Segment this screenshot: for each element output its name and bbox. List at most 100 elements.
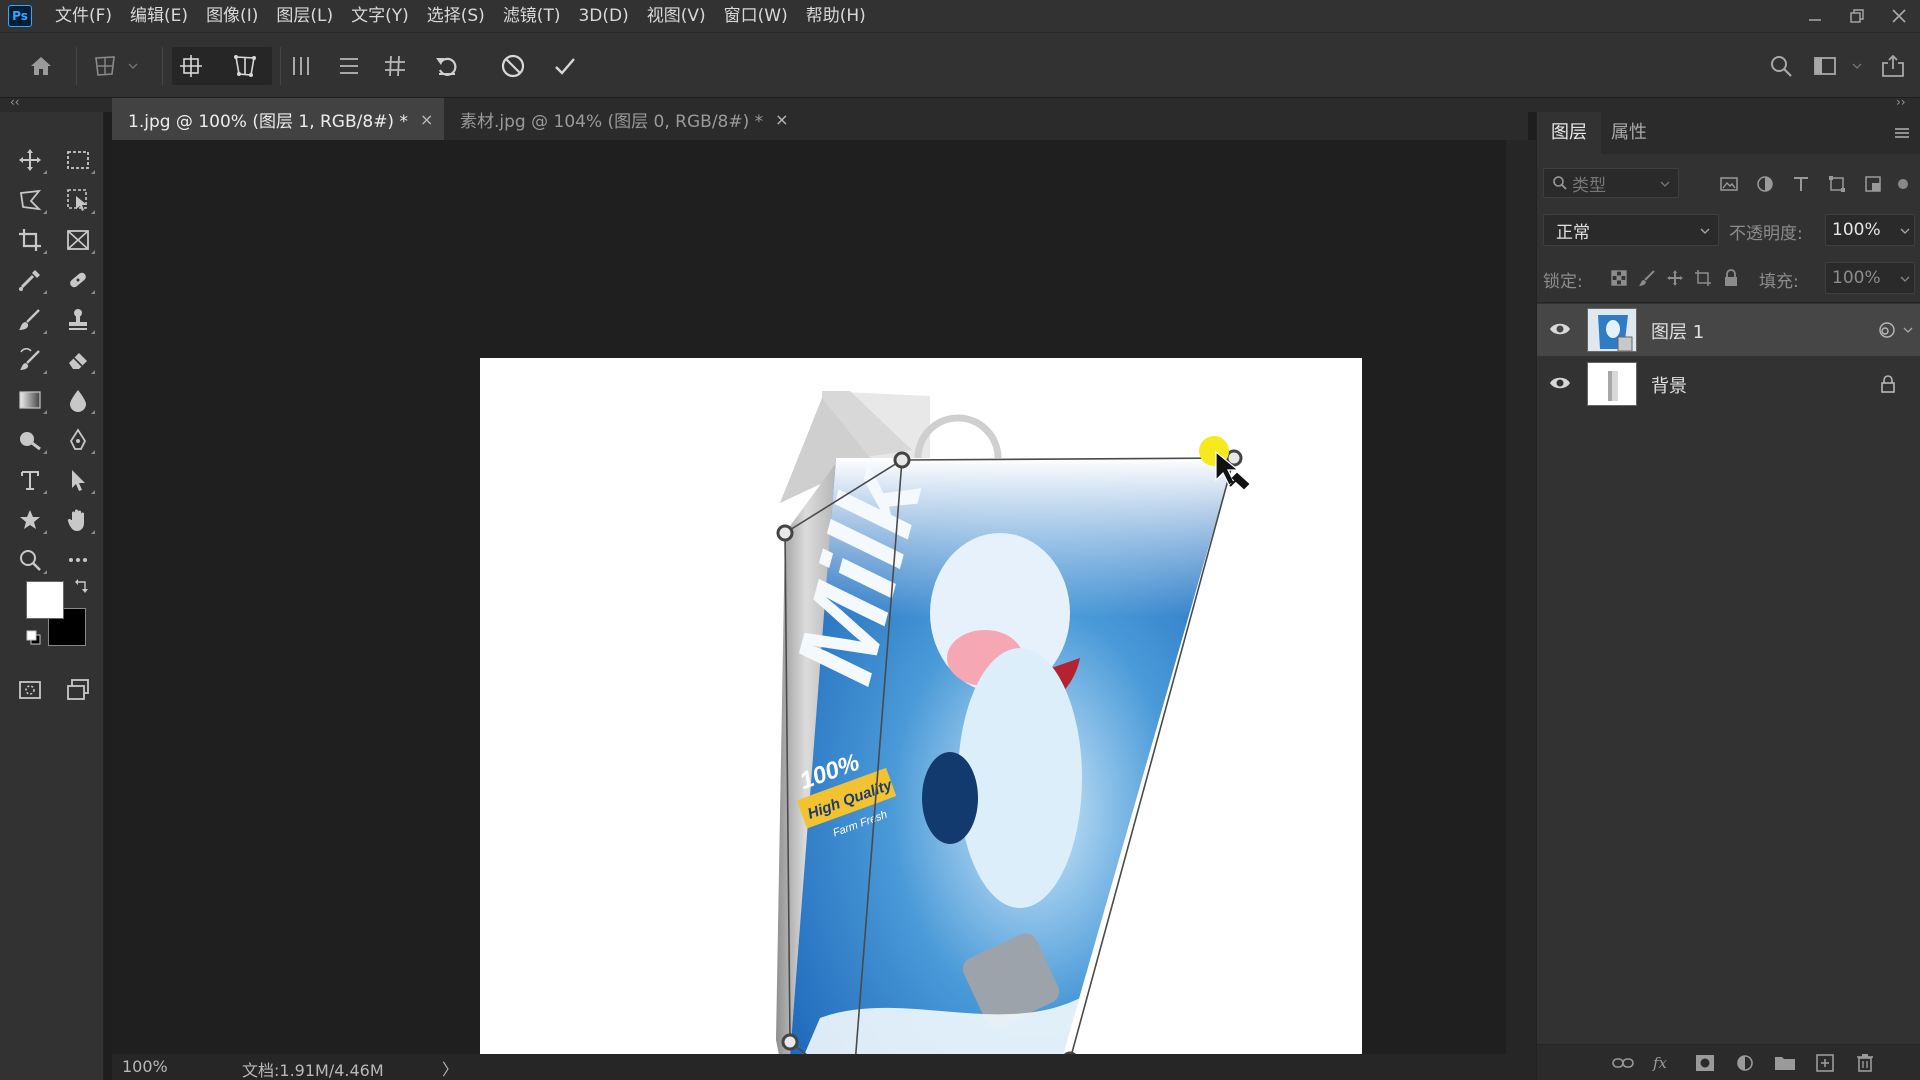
move-tool[interactable] <box>10 142 50 178</box>
clone-stamp-tool[interactable] <box>58 302 98 338</box>
warp-handle[interactable] <box>893 451 911 469</box>
frame-tool[interactable] <box>58 222 98 258</box>
menu-window[interactable]: 窗口(W) <box>715 0 797 32</box>
close-window-button[interactable] <box>1878 0 1920 32</box>
lock-all-button[interactable] <box>1719 266 1743 290</box>
status-menu-button[interactable]: 〉 <box>442 1056 458 1080</box>
tab-properties[interactable]: 属性 <box>1597 112 1661 154</box>
layer-row-background[interactable]: 背景 <box>1537 358 1920 410</box>
foreground-color-swatch[interactable] <box>26 581 64 619</box>
menu-layer[interactable]: 图层(L) <box>267 0 342 32</box>
layer-style-button[interactable]: fx <box>1651 1051 1675 1075</box>
dodge-tool[interactable] <box>10 422 50 458</box>
share-button[interactable] <box>1874 47 1912 85</box>
shape-tool[interactable] <box>10 502 50 538</box>
home-button[interactable] <box>22 47 60 85</box>
search-button[interactable] <box>1762 47 1800 85</box>
warp-handle[interactable] <box>781 1033 799 1051</box>
menu-edit[interactable]: 编辑(E) <box>121 0 197 32</box>
crop-tool[interactable] <box>10 222 50 258</box>
lock-transparency-button[interactable] <box>1607 266 1631 290</box>
link-layers-button[interactable] <box>1611 1051 1635 1075</box>
commit-button[interactable] <box>546 47 584 85</box>
layer-row-layer1[interactable]: 图层 1 <box>1537 304 1920 356</box>
pen-tool[interactable] <box>58 422 98 458</box>
filter-shape-button[interactable] <box>1825 172 1849 196</box>
eyedropper-tool[interactable] <box>10 262 50 298</box>
collapse-right-button[interactable]: ›› <box>1896 95 1906 109</box>
path-selection-tool[interactable] <box>58 462 98 498</box>
adjustment-layer-button[interactable] <box>1733 1051 1757 1075</box>
straighten-vertical-button[interactable] <box>282 47 320 85</box>
default-colors-icon[interactable] <box>26 630 42 646</box>
tab-layers[interactable]: 图层 <box>1537 112 1601 154</box>
quick-mask-button[interactable] <box>10 672 50 708</box>
menu-image[interactable]: 图像(I) <box>197 0 267 32</box>
panel-menu-icon[interactable] <box>1893 124 1911 142</box>
blend-mode-select[interactable]: 正常 <box>1543 214 1719 246</box>
gradient-tool[interactable] <box>10 382 50 418</box>
fill-input[interactable]: 100% <box>1825 262 1915 294</box>
warp-mode-button[interactable] <box>226 47 264 85</box>
layer-filter-select[interactable]: 类型 <box>1543 168 1679 198</box>
filter-adjustment-button[interactable] <box>1753 172 1777 196</box>
reset-button[interactable] <box>428 47 466 85</box>
menu-select[interactable]: 选择(S) <box>418 0 494 32</box>
menu-type[interactable]: 文字(Y) <box>342 0 418 32</box>
object-selection-tool[interactable] <box>58 182 98 218</box>
menu-filter[interactable]: 滤镜(T) <box>494 0 570 32</box>
filter-type-button[interactable] <box>1789 172 1813 196</box>
menu-help[interactable]: 帮助(H) <box>797 0 875 32</box>
healing-brush-tool[interactable] <box>58 262 98 298</box>
history-brush-tool[interactable] <box>10 342 50 378</box>
tab-document-1[interactable]: 1.jpg @ 100% (图层 1, RGB/8#) * × <box>112 98 444 140</box>
new-group-button[interactable] <box>1773 1051 1797 1075</box>
filter-toggle-button[interactable] <box>1891 172 1915 196</box>
zoom-tool[interactable] <box>10 542 50 578</box>
brush-tool[interactable] <box>10 302 50 338</box>
warp-handle[interactable] <box>776 524 794 542</box>
workspace-button[interactable] <box>1806 47 1844 85</box>
smart-filter-icon[interactable] <box>1877 320 1897 340</box>
menu-file[interactable]: 文件(F) <box>46 0 121 32</box>
menu-3d[interactable]: 3D(D) <box>569 0 637 32</box>
minimize-button[interactable] <box>1794 0 1836 32</box>
lasso-tool[interactable] <box>10 182 50 218</box>
add-mask-button[interactable] <box>1693 1051 1717 1075</box>
chevron-down-icon[interactable] <box>1903 326 1913 334</box>
marquee-tool[interactable] <box>58 142 98 178</box>
document-canvas[interactable]: Milk 100% High Quality Farm Fresh <box>480 358 1362 1080</box>
screen-mode-button[interactable] <box>58 672 98 708</box>
opacity-input[interactable]: 100% <box>1825 214 1915 246</box>
lock-position-button[interactable] <box>1663 266 1687 290</box>
lock-pixels-button[interactable] <box>1635 266 1659 290</box>
straighten-both-button[interactable] <box>376 47 414 85</box>
swap-colors-icon[interactable] <box>74 578 90 594</box>
canvas-area[interactable]: Milk 100% High Quality Farm Fresh <box>112 140 1506 1080</box>
filter-pixel-button[interactable] <box>1717 172 1741 196</box>
layer-name[interactable]: 图层 1 <box>1651 318 1704 344</box>
tool-preset-button[interactable] <box>86 47 124 85</box>
layer-name[interactable]: 背景 <box>1651 372 1687 398</box>
eraser-tool[interactable] <box>58 342 98 378</box>
more-tools-button[interactable] <box>58 542 98 578</box>
eye-icon[interactable] <box>1549 320 1571 338</box>
hand-tool[interactable] <box>58 502 98 538</box>
delete-layer-button[interactable] <box>1853 1051 1877 1075</box>
type-tool[interactable] <box>10 462 50 498</box>
tab-close-button[interactable]: × <box>775 110 788 129</box>
tab-document-2[interactable]: 素材.jpg @ 104% (图层 0, RGB/8#) * × <box>444 98 808 140</box>
cancel-button[interactable] <box>494 47 532 85</box>
blur-tool[interactable] <box>58 382 98 418</box>
tab-close-button[interactable]: × <box>420 110 433 129</box>
menu-view[interactable]: 视图(V) <box>638 0 715 32</box>
filter-smart-object-button[interactable] <box>1861 172 1885 196</box>
zoom-level[interactable]: 100% <box>122 1057 168 1076</box>
straighten-horizontal-button[interactable] <box>330 47 368 85</box>
collapse-left-button[interactable]: ‹‹ <box>10 95 20 109</box>
eye-icon[interactable] <box>1549 374 1571 392</box>
new-layer-button[interactable] <box>1813 1051 1837 1075</box>
restore-button[interactable] <box>1836 0 1878 32</box>
lock-artboard-button[interactable] <box>1691 266 1715 290</box>
layout-mode-button[interactable] <box>172 47 210 85</box>
